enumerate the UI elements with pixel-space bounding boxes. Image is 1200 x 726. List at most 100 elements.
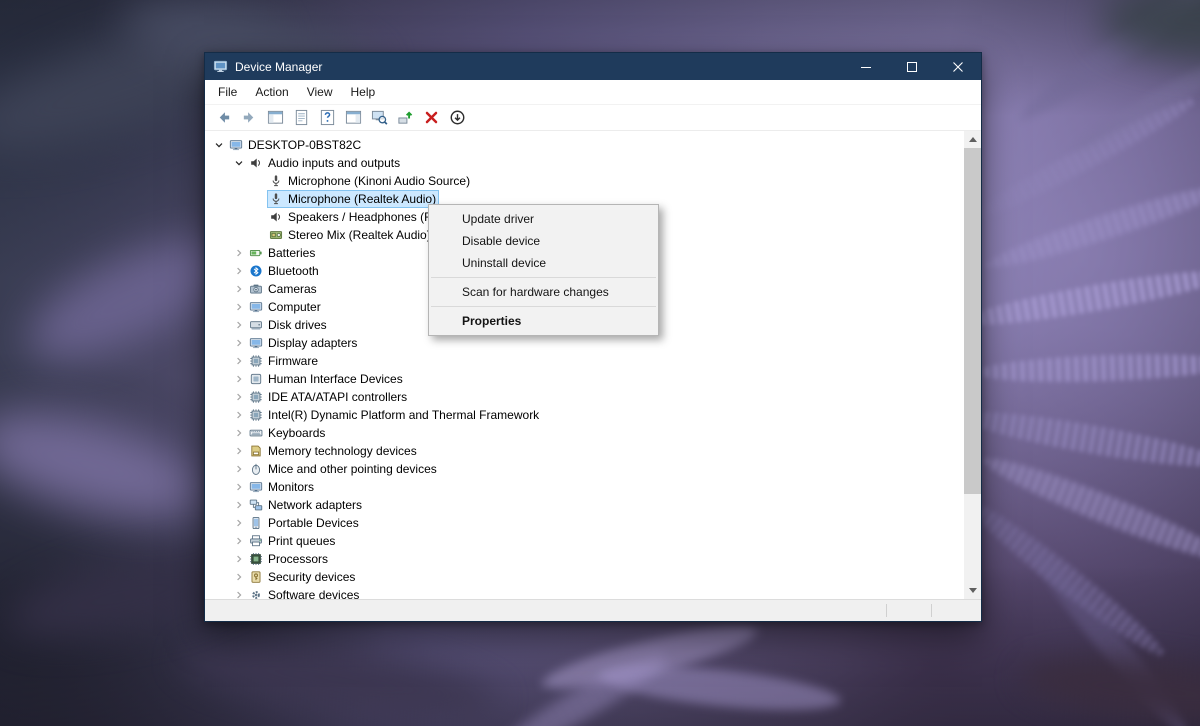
chevron-right-icon[interactable] xyxy=(231,317,247,333)
context-menu: Update driverDisable deviceUninstall dev… xyxy=(428,204,659,336)
tree-item-content[interactable]: Stereo Mix (Realtek Audio) xyxy=(267,226,434,244)
update-driver-icon[interactable] xyxy=(397,109,414,126)
tree-item-content[interactable]: IDE ATA/ATAPI controllers xyxy=(247,388,410,406)
tree-item[interactable]: DESKTOP-0BST82C xyxy=(205,136,964,154)
tree-item-content[interactable]: Firmware xyxy=(247,352,321,370)
tree-item-label: Display adapters xyxy=(268,336,357,350)
tree-item[interactable]: Print queues xyxy=(205,532,964,550)
tree-item-content[interactable]: Portable Devices xyxy=(247,514,362,532)
tree-item-content[interactable]: Batteries xyxy=(247,244,318,262)
help-icon[interactable] xyxy=(319,109,336,126)
properties-icon[interactable] xyxy=(293,109,310,126)
speaker-icon xyxy=(268,210,283,225)
console-tree-icon[interactable] xyxy=(267,109,284,126)
title-bar[interactable]: Device Manager xyxy=(205,53,981,80)
tree-item[interactable]: IDE ATA/ATAPI controllers xyxy=(205,388,964,406)
tree-item-content[interactable]: Processors xyxy=(247,550,331,568)
chevron-right-icon[interactable] xyxy=(231,497,247,513)
chevron-right-icon[interactable] xyxy=(231,371,247,387)
tree-item[interactable]: Security devices xyxy=(205,568,964,586)
chevron-right-icon[interactable] xyxy=(231,353,247,369)
scan-hardware-icon[interactable] xyxy=(371,109,388,126)
tree-item-content[interactable]: Computer xyxy=(247,298,324,316)
tree-item-content[interactable]: Software devices xyxy=(247,586,362,599)
close-button[interactable] xyxy=(935,53,981,80)
tree-item-content[interactable]: Speakers / Headphones (R xyxy=(267,208,436,226)
tree-item-label: Batteries xyxy=(268,246,315,260)
context-menu-item[interactable]: Scan for hardware changes xyxy=(429,281,658,303)
chevron-right-icon[interactable] xyxy=(231,587,247,599)
disable-icon[interactable] xyxy=(449,109,466,126)
scrollbar-down-icon[interactable] xyxy=(964,582,981,599)
chevron-right-icon[interactable] xyxy=(231,281,247,297)
tree-item[interactable]: Audio inputs and outputs xyxy=(205,154,964,172)
chevron-right-icon[interactable] xyxy=(231,263,247,279)
menu-view[interactable]: View xyxy=(298,80,342,105)
tree-item-content[interactable]: Human Interface Devices xyxy=(247,370,406,388)
tree-item[interactable]: Firmware xyxy=(205,352,964,370)
tree-item-content[interactable]: Intel(R) Dynamic Platform and Thermal Fr… xyxy=(247,406,542,424)
chevron-right-icon[interactable] xyxy=(231,461,247,477)
context-menu-item[interactable]: Uninstall device xyxy=(429,252,658,274)
chevron-right-icon[interactable] xyxy=(231,443,247,459)
maximize-button[interactable] xyxy=(889,53,935,80)
menu-help[interactable]: Help xyxy=(342,80,385,105)
tree-item[interactable]: Portable Devices xyxy=(205,514,964,532)
tree-item[interactable]: Keyboards xyxy=(205,424,964,442)
chevron-right-icon[interactable] xyxy=(231,551,247,567)
back-icon[interactable] xyxy=(215,109,232,126)
tree-item-content[interactable]: Bluetooth xyxy=(247,262,322,280)
chevron-right-icon[interactable] xyxy=(231,299,247,315)
action-pane-icon[interactable] xyxy=(345,109,362,126)
chevron-right-icon[interactable] xyxy=(231,425,247,441)
menu-file[interactable]: File xyxy=(209,80,246,105)
chevron-right-icon[interactable] xyxy=(231,335,247,351)
device-tree: DESKTOP-0BST82CAudio inputs and outputsM… xyxy=(205,131,964,599)
tree-item[interactable]: Mice and other pointing devices xyxy=(205,460,964,478)
keyboard-icon xyxy=(248,426,263,441)
scrollbar-thumb[interactable] xyxy=(964,148,981,494)
context-menu-item[interactable]: Properties xyxy=(429,310,658,332)
chevron-right-icon[interactable] xyxy=(231,569,247,585)
chevron-right-icon[interactable] xyxy=(231,245,247,261)
tree-item[interactable]: Microphone (Kinoni Audio Source) xyxy=(205,172,964,190)
tree-item[interactable]: Human Interface Devices xyxy=(205,370,964,388)
tree-item-content[interactable]: Audio inputs and outputs xyxy=(247,154,403,172)
tree-item-content[interactable]: Cameras xyxy=(247,280,320,298)
tree-item-content[interactable]: Network adapters xyxy=(247,496,365,514)
tree-item-content[interactable]: Mice and other pointing devices xyxy=(247,460,440,478)
chevron-down-icon[interactable] xyxy=(211,137,227,153)
scrollbar-up-icon[interactable] xyxy=(964,131,981,148)
tree-item-content[interactable]: Display adapters xyxy=(247,334,360,352)
tree-item[interactable]: Software devices xyxy=(205,586,964,599)
uninstall-icon[interactable] xyxy=(423,109,440,126)
context-menu-item[interactable]: Disable device xyxy=(429,230,658,252)
tree-item-content[interactable]: Microphone (Realtek Audio) xyxy=(267,190,439,208)
tree-item-content[interactable]: Microphone (Kinoni Audio Source) xyxy=(267,172,473,190)
tree-item[interactable]: Intel(R) Dynamic Platform and Thermal Fr… xyxy=(205,406,964,424)
tree-item-content[interactable]: Disk drives xyxy=(247,316,330,334)
forward-icon[interactable] xyxy=(241,109,258,126)
tree-item[interactable]: Network adapters xyxy=(205,496,964,514)
chevron-right-icon[interactable] xyxy=(231,407,247,423)
tree-item-content[interactable]: Keyboards xyxy=(247,424,328,442)
tree-item[interactable]: Memory technology devices xyxy=(205,442,964,460)
tree-item[interactable]: Display adapters xyxy=(205,334,964,352)
menu-action[interactable]: Action xyxy=(246,80,297,105)
tree-item[interactable]: Processors xyxy=(205,550,964,568)
battery-icon xyxy=(248,246,263,261)
tree-item-content[interactable]: Memory technology devices xyxy=(247,442,420,460)
vertical-scrollbar[interactable] xyxy=(964,131,981,599)
chevron-down-icon[interactable] xyxy=(231,155,247,171)
chevron-right-icon[interactable] xyxy=(231,479,247,495)
tree-item-content[interactable]: Print queues xyxy=(247,532,338,550)
minimize-button[interactable] xyxy=(843,53,889,80)
tree-item-content[interactable]: Monitors xyxy=(247,478,317,496)
chevron-right-icon[interactable] xyxy=(231,515,247,531)
chevron-right-icon[interactable] xyxy=(231,533,247,549)
tree-item-content[interactable]: DESKTOP-0BST82C xyxy=(227,136,364,154)
chevron-right-icon[interactable] xyxy=(231,389,247,405)
tree-item[interactable]: Monitors xyxy=(205,478,964,496)
tree-item-content[interactable]: Security devices xyxy=(247,568,358,586)
context-menu-item[interactable]: Update driver xyxy=(429,208,658,230)
